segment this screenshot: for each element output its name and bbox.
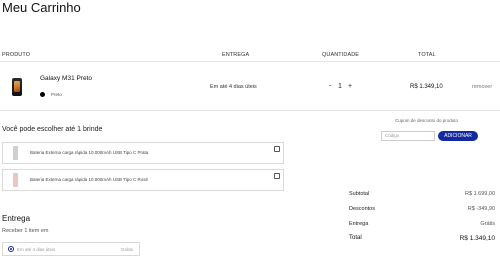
column-header-delivery: ENTREGA	[222, 52, 250, 58]
total-value: R$ 1.349,10	[459, 235, 495, 242]
gift-option[interactable]: Bateria Externa carga rápida 10.000mAh U…	[2, 169, 284, 191]
page-title: Meu Carrinho	[2, 0, 81, 15]
shipping-value: Grátis	[480, 221, 495, 227]
color-label: Preto	[51, 92, 62, 97]
coupon-label: Cupom de desconto do produto	[395, 118, 459, 123]
gift-label: Bateria Externa carga rápida 10.000mAh U…	[30, 177, 149, 182]
gift-checkbox[interactable]	[274, 173, 280, 179]
delivery-radio[interactable]	[8, 246, 14, 252]
column-header-total: TOTAL	[418, 52, 436, 58]
delivery-option[interactable]: Em até 4 dias úteis Grátis	[2, 242, 140, 256]
delivery-heading: Entrega	[2, 214, 31, 223]
product-image[interactable]	[12, 78, 22, 96]
column-header-product: PRODUTO	[2, 52, 31, 58]
item-divider	[0, 110, 500, 111]
summary-total-row: Total R$ 1.349,10	[349, 235, 495, 243]
delivery-option-label: Em até 4 dias úteis	[17, 247, 56, 252]
product-name[interactable]: Galaxy M31 Preto	[40, 75, 92, 82]
quantity-value: 1	[338, 83, 342, 90]
quantity-increase-button[interactable]: +	[348, 83, 352, 90]
gift-checkbox[interactable]	[274, 146, 280, 152]
subtotal-value: R$ 1.699,00	[465, 191, 495, 197]
delivery-option-price: Grátis	[120, 247, 133, 252]
gift-heading: Você pode escolher até 1 brinde	[2, 126, 103, 133]
item-total-price: R$ 1.349,10	[410, 84, 443, 90]
delivery-estimate: Em até 4 dias úteis	[210, 84, 257, 90]
column-header-quantity: QUANTIDADE	[322, 52, 360, 58]
total-label: Total	[349, 235, 362, 241]
quantity-decrease-button[interactable]: -	[329, 83, 331, 90]
summary-subtotal-row: Subtotal R$ 1.699,00	[349, 191, 495, 199]
gift-label: Bateria Externa carga rápida 10.000mAh U…	[30, 150, 149, 155]
coupon-input[interactable]: Código	[381, 131, 435, 141]
summary-discount-row: Descontos R$ -349,90	[349, 206, 495, 214]
subtotal-label: Subtotal	[349, 191, 370, 197]
coupon-add-button[interactable]: ADICIONAR	[438, 131, 478, 141]
shipping-label: Entrega	[349, 221, 369, 227]
gift-option[interactable]: Bateria Externa carga rápida 10.000mAh U…	[2, 142, 284, 164]
color-swatch	[40, 92, 45, 97]
discount-label: Descontos	[349, 206, 375, 212]
table-header-divider	[0, 61, 500, 62]
delivery-subheading: Receber 1 item em	[2, 228, 49, 234]
remove-item-link[interactable]: remover	[472, 84, 492, 90]
discount-value: R$ -349,90	[467, 206, 495, 212]
gift-thumbnail	[13, 173, 18, 187]
gift-thumbnail	[13, 146, 18, 160]
summary-shipping-row: Entrega Grátis	[349, 221, 495, 229]
